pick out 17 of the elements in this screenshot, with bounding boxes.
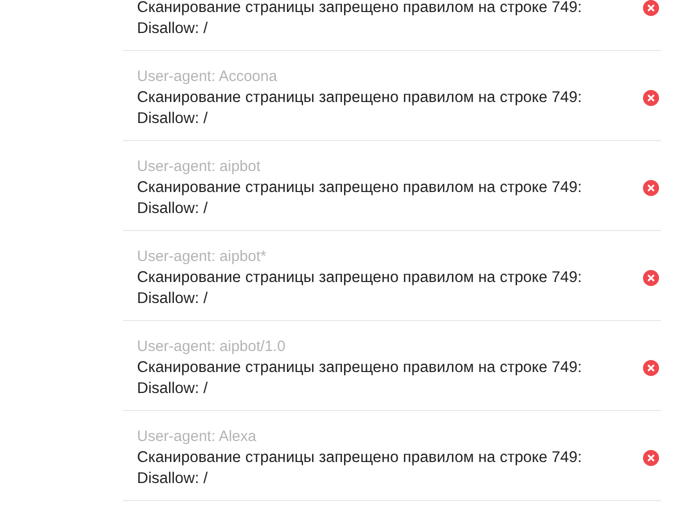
- user-agent-label: User-agent: aipbot: [136, 157, 262, 177]
- rule-text: Disallow: /: [137, 199, 209, 219]
- user-agent-label: User-agent: aipbot*: [136, 247, 268, 267]
- block-message: Сканирование страницы запрещено правилом на строке 749:: [137, 358, 583, 378]
- rule-text: Disallow: /: [137, 109, 209, 129]
- user-agent-label: User-agent: aipbot/1.0: [136, 337, 286, 357]
- block-message: Сканирование страницы запрещено правилом на строке 749:: [137, 268, 583, 288]
- rule-text: Disallow: /: [137, 19, 209, 39]
- user-agent-label: User-agent: Alexa: [136, 427, 258, 447]
- rule-text: Disallow: /: [137, 289, 209, 309]
- user-agent-label: User-agent: Accoona: [136, 67, 278, 87]
- rule-text: Disallow: /: [137, 379, 209, 399]
- block-message: Сканирование страницы запрещено правилом на строке 749:: [137, 178, 583, 198]
- rule-text: Disallow: /: [137, 469, 209, 489]
- block-message: Сканирование страницы запрещено правилом на строке 749:: [137, 0, 583, 18]
- block-message: Сканирование страницы запрещено правилом на строке 749:: [137, 448, 583, 468]
- block-message: Сканирование страницы запрещено правилом на строке 749:: [137, 88, 583, 108]
